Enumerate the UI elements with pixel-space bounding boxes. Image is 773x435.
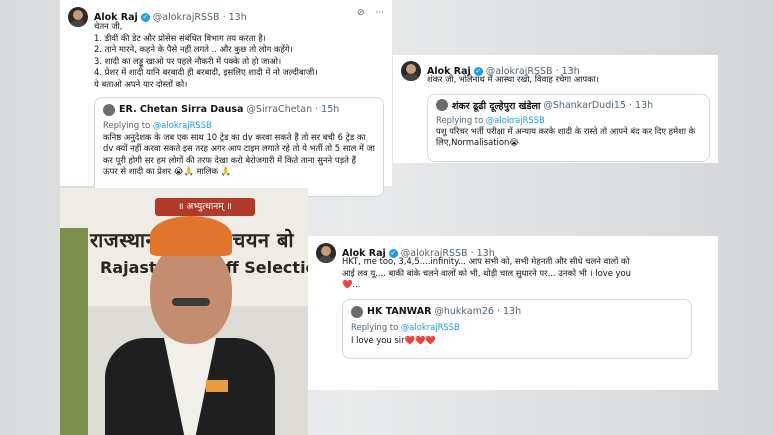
avatar[interactable] bbox=[316, 243, 336, 263]
tweet-card-1: Alok Raj ✓ @alokrajRSSB · 13h ⊘ ··· चेतन… bbox=[60, 0, 392, 197]
tweet-line: आई लव यू.... बाकी बांके चलने वालों को भी… bbox=[342, 267, 631, 278]
tweet-body: शंकर जी, भोलेनाथ में आस्था रखो, विवाह रच… bbox=[427, 74, 599, 84]
photo-pocket-square bbox=[206, 380, 228, 392]
avatar[interactable] bbox=[68, 7, 88, 27]
quoted-tweet[interactable]: शंकर ढूढी दूल्हेपुरा खंडेला @ShankarDudi… bbox=[427, 93, 710, 162]
tweet-line: चेतन जी, bbox=[94, 21, 123, 31]
quote-author-name: ER. Chetan Sirra Dausa bbox=[119, 104, 244, 116]
replying-to: Replying to @alokrajRSSB bbox=[436, 115, 701, 125]
quote-author-handle: @hukkam26 bbox=[434, 306, 494, 318]
tweet-body: HKT, me too, 3,4,5....infinity... आप सभी… bbox=[316, 256, 710, 291]
quote-header: ER. Chetan Sirra Dausa @SirraChetan · 15… bbox=[103, 103, 375, 116]
photo-mustache bbox=[172, 298, 210, 306]
quote-avatar bbox=[351, 305, 363, 318]
replying-handle[interactable]: @alokrajRSSB bbox=[486, 115, 545, 125]
tweet-line: 4. प्रेशर में शादी यानि बरबादी ही बरबादी… bbox=[94, 67, 318, 78]
quote-time: · 13h bbox=[496, 306, 522, 318]
replying-handle[interactable]: @alokrajRSSB bbox=[401, 322, 460, 332]
quote-time: · 15h bbox=[315, 104, 340, 116]
quote-header: शंकर ढूढी दूल्हेपुरा खंडेला @ShankarDudi… bbox=[436, 99, 701, 112]
replying-handle[interactable]: @alokrajRSSB bbox=[153, 120, 212, 130]
tweet-line: 3. शादी का लड्डू खाओ पर पहले नौकरी में प… bbox=[94, 55, 282, 66]
replying-label: Replying to bbox=[103, 119, 151, 130]
verified-icon: ✓ bbox=[140, 12, 150, 22]
quote-line: कनिष्ठ अनुदेशक के जब एक साथ 10 ट्रेड का … bbox=[103, 131, 366, 142]
avatar[interactable] bbox=[401, 61, 421, 81]
tweet-line: ❤️... bbox=[342, 279, 361, 290]
quoted-tweet[interactable]: ER. Chetan Sirra Dausa @SirraChetan · 15… bbox=[94, 96, 384, 197]
quoted-tweet[interactable]: HK TANWAR @hukkam26 · 13h Replying to @a… bbox=[342, 298, 692, 359]
tweet-line: ये बताओ अपने यार दोस्तों को। bbox=[94, 78, 188, 89]
photo-face bbox=[150, 244, 232, 344]
replying-to: Replying to @alokrajRSSB bbox=[103, 120, 375, 130]
sign-motto: ॥ अभ्युत्थानम् ॥ bbox=[155, 198, 255, 216]
tweet-time[interactable]: · 13h bbox=[223, 12, 247, 23]
quote-avatar bbox=[103, 103, 115, 116]
quote-header: HK TANWAR @hukkam26 · 13h bbox=[351, 305, 683, 318]
grok-icon[interactable]: ⊘ bbox=[357, 8, 365, 18]
tweet-line: 1. डीवी की डेट और प्रोसेस संबंधित विभाग … bbox=[94, 32, 266, 43]
tweet-body: चेतन जी, 1. डीवी की डेट और प्रोसेस संबंध… bbox=[68, 21, 384, 91]
quote-line: कर पूरी होगी सर हम लोगों की तरफ देखा करो… bbox=[103, 154, 356, 165]
quote-author-name: शंकर ढूढी दूल्हेपुरा खंडेला bbox=[452, 100, 541, 112]
quote-body: I love you sir❤️❤️❤️ bbox=[351, 334, 436, 345]
quote-author-name: HK TANWAR bbox=[367, 306, 432, 318]
quote-author-handle: @SirraChetan bbox=[246, 104, 313, 116]
photo-cap bbox=[150, 216, 232, 256]
photo: ॥ अभ्युत्थानम् ॥ राजस्थान कर्मचारी चयन ब… bbox=[60, 188, 308, 435]
quote-body: कनिष्ठ अनुदेशक के जब एक साथ 10 ट्रेड का … bbox=[103, 132, 375, 178]
replying-label: Replying to bbox=[436, 114, 484, 125]
tweet-card-3: Alok Raj ✓ @alokrajRSSB · 13h HKT, me to… bbox=[308, 236, 718, 390]
tweet-line: HKT, me too, 3,4,5....infinity... आप सभी… bbox=[342, 256, 630, 266]
author-handle[interactable]: @alokrajRSSB bbox=[153, 12, 220, 23]
tweet-line: 2. ताने मारने, कहने के पैसे नहीं लगते ..… bbox=[94, 44, 293, 55]
quote-line: पशु परिचर भर्ती परीक्षा में अन्याय करके … bbox=[436, 125, 696, 136]
quote-time: · 13h bbox=[628, 99, 654, 111]
quote-author-handle: @ShankarDudi15 bbox=[543, 99, 626, 111]
quote-line: ऊपर से शादी का प्रेशर 😭🙏 मालिक 🙏 bbox=[103, 166, 232, 177]
more-icon[interactable]: ··· bbox=[375, 8, 384, 18]
quote-line: लिए,Normalisation😭 bbox=[436, 137, 520, 148]
replying-label: Replying to bbox=[351, 321, 399, 332]
quote-line: dv क्यों नहीं करवा सकते इस तरह अगर आप टा… bbox=[103, 143, 375, 154]
photo-plant bbox=[60, 228, 88, 435]
quote-avatar bbox=[436, 99, 448, 112]
replying-to: Replying to @alokrajRSSB bbox=[351, 322, 683, 332]
quote-body: पशु परिचर भर्ती परीक्षा में अन्याय करके … bbox=[436, 126, 701, 149]
tweet-actions: ⊘ ··· bbox=[357, 8, 384, 18]
tweet-card-2: Alok Raj ✓ @alokrajRSSB · 13h शंकर जी, भ… bbox=[393, 55, 718, 163]
